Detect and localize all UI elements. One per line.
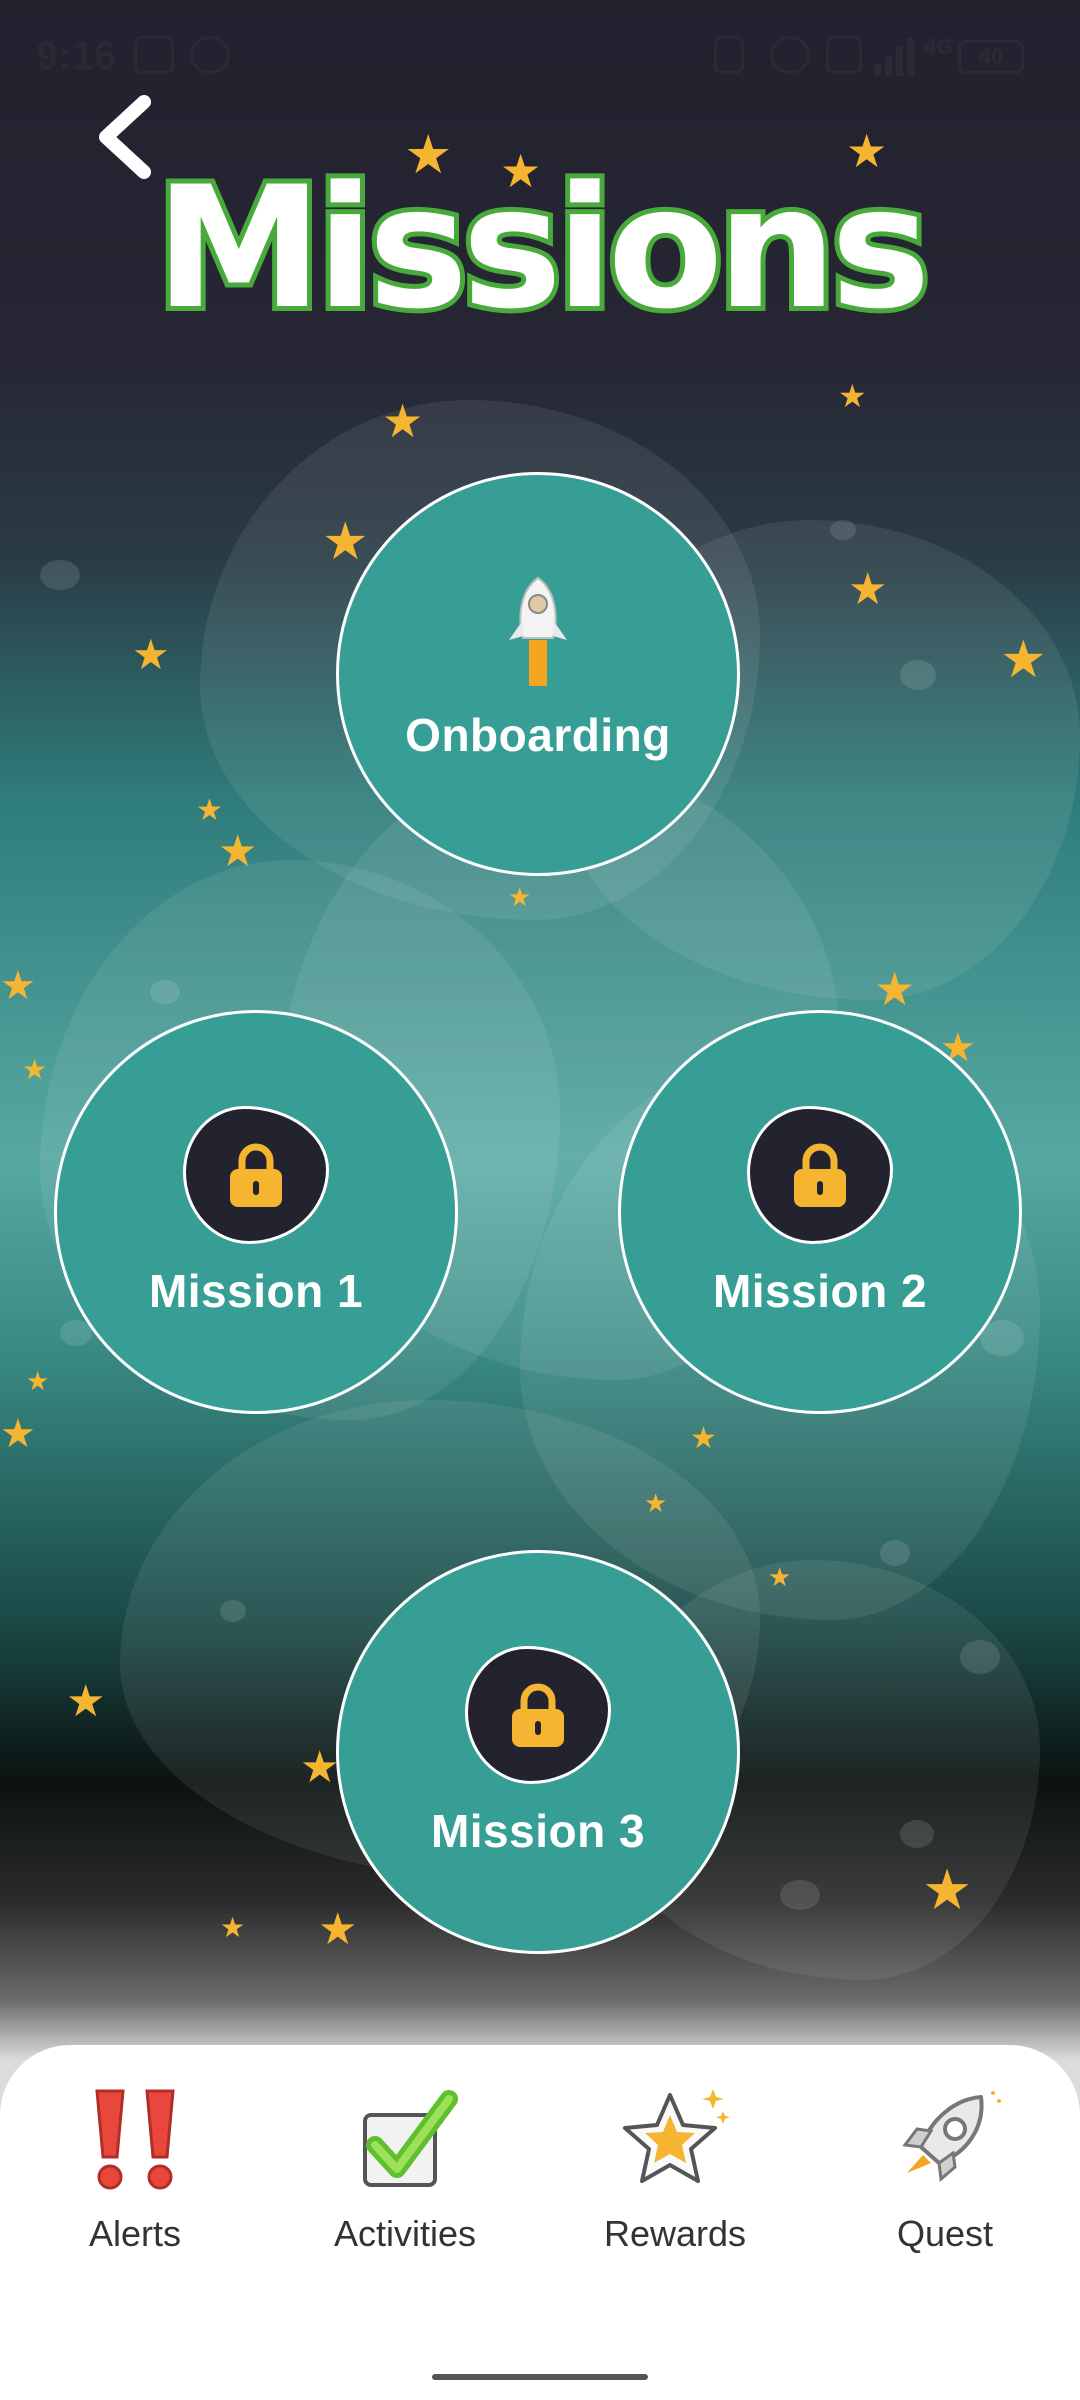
nav-rewards[interactable]: Rewards xyxy=(555,2085,795,2255)
star-icon: ★ xyxy=(218,827,258,876)
status-bar: 9:16 4G 40 xyxy=(0,0,1080,120)
translate-icon xyxy=(134,36,174,74)
vibrate-icon xyxy=(714,36,744,74)
lock-icon xyxy=(794,1143,846,1207)
nav-activities[interactable]: Activities xyxy=(285,2085,525,2255)
exclamation-icon xyxy=(95,2089,175,2190)
nav-label: Rewards xyxy=(603,2213,747,2254)
volte-icon xyxy=(826,36,862,74)
hotspot-icon xyxy=(770,36,810,74)
mission-label: Onboarding xyxy=(405,709,671,761)
star-icon: ★ xyxy=(0,964,36,1008)
lock-icon xyxy=(512,1683,564,1747)
rocket-icon xyxy=(902,2091,1001,2182)
mission-label: Mission 2 xyxy=(712,1265,928,1317)
bottom-nav: Alerts Activities Rewards Quest xyxy=(0,2045,1080,2400)
lock-badge xyxy=(747,1106,893,1244)
lock-badge xyxy=(465,1646,611,1784)
star-icon: ★ xyxy=(318,1905,358,1954)
star-icon: ★ xyxy=(66,1677,106,1726)
star-icon: ★ xyxy=(1000,631,1047,689)
star-icon: ★ xyxy=(0,1412,36,1456)
sync-icon xyxy=(190,36,230,74)
mission-1[interactable]: Mission 1 xyxy=(54,1010,458,1414)
lock-icon xyxy=(230,1143,282,1207)
star-icon: ★ xyxy=(508,882,532,912)
status-time: 9:16 xyxy=(36,34,117,78)
star-icon: ★ xyxy=(690,1422,717,1455)
star-icon: ★ xyxy=(382,395,424,447)
rocket-astronaut-icon xyxy=(509,576,567,686)
nav-label: Activities xyxy=(333,2213,477,2254)
lock-badge xyxy=(183,1106,329,1244)
nav-label: Quest xyxy=(896,2213,994,2254)
page-title: Missions xyxy=(150,145,935,351)
star-icon: ★ xyxy=(838,378,867,414)
star-icon: ★ xyxy=(644,1488,668,1518)
nav-quest[interactable]: Quest xyxy=(825,2085,1065,2255)
star-icon: ★ xyxy=(26,1366,50,1396)
battery-level: 40 xyxy=(978,44,1004,69)
battery-icon: 40 xyxy=(958,40,1024,74)
network-type: 4G xyxy=(924,34,954,59)
home-indicator[interactable] xyxy=(432,2374,648,2380)
mission-3[interactable]: Mission 3 xyxy=(336,1550,740,1954)
star-icon: ★ xyxy=(768,1562,792,1592)
star-icon: ★ xyxy=(922,1858,973,1921)
signal-icon xyxy=(874,38,914,76)
star-icon: ★ xyxy=(22,1054,48,1085)
star-icon: ★ xyxy=(132,631,170,678)
nav-label: Alerts xyxy=(88,2213,182,2254)
mission-2[interactable]: Mission 2 xyxy=(618,1010,1022,1414)
nav-alerts[interactable]: Alerts xyxy=(15,2085,255,2255)
checkmark-icon xyxy=(363,2090,458,2187)
star-icon: ★ xyxy=(874,963,916,1015)
star-icon: ★ xyxy=(322,513,369,571)
star-icon: ★ xyxy=(220,1912,246,1943)
star-icon: ★ xyxy=(300,1743,340,1792)
mission-onboarding[interactable]: Onboarding xyxy=(336,472,740,876)
star-icon xyxy=(623,2089,730,2183)
star-icon: ★ xyxy=(848,565,888,614)
mission-label: Mission 1 xyxy=(148,1265,364,1317)
star-icon: ★ xyxy=(196,794,223,827)
mission-label: Mission 3 xyxy=(430,1805,646,1857)
